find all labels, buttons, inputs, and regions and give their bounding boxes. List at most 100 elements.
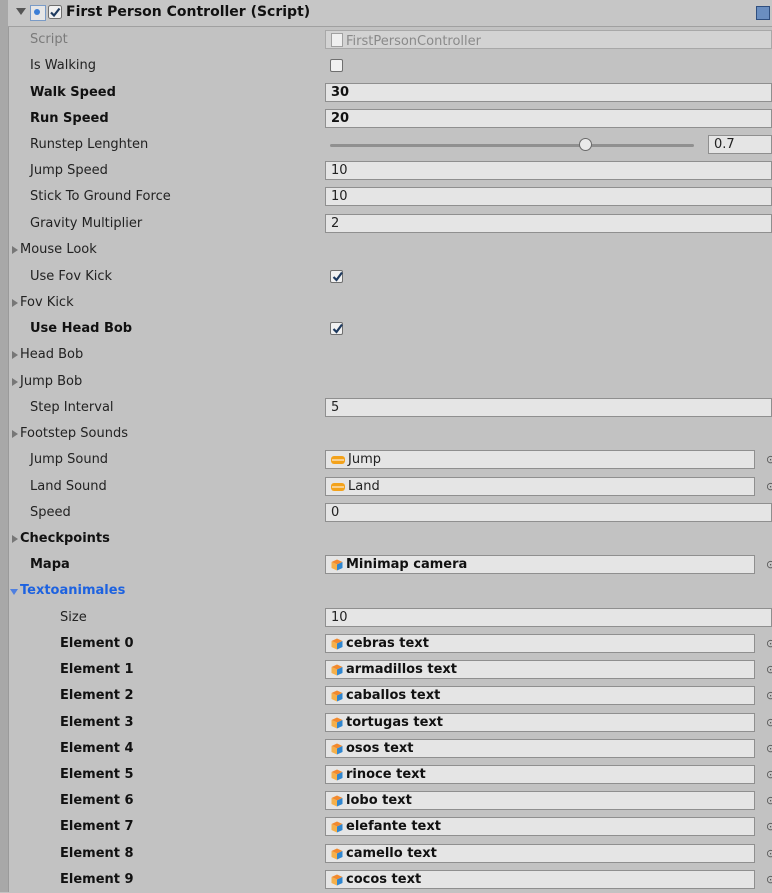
row-element-7: Element 7 elefante text ⊙ [8,814,772,840]
jump-sound-value: Jump [348,452,381,467]
jump-sound-field[interactable]: Jump [325,450,755,469]
step-interval-field[interactable]: 5 [325,398,772,417]
audio-clip-icon [331,482,345,491]
mapa-field[interactable]: Minimap camera [325,555,755,574]
object-picker-icon[interactable]: ⊙ [766,794,772,808]
row-element-4: Element 4 osos text ⊙ [8,736,772,762]
row-run-speed: Run Speed 20 [8,106,772,132]
element-field[interactable]: caballos text [325,686,755,705]
row-use-fov-kick: Use Fov Kick [8,264,772,290]
fold-closed-icon[interactable] [12,378,18,386]
runstep-value-field[interactable]: 0.7 [708,135,772,154]
speed-field[interactable]: 0 [325,503,772,522]
row-jump-bob[interactable]: Jump Bob [8,369,772,395]
row-checkpoints[interactable]: Checkpoints [8,526,772,552]
fold-closed-icon[interactable] [12,351,18,359]
row-speed: Speed 0 [8,500,772,526]
object-picker-icon[interactable]: ⊙ [766,820,772,834]
element-field[interactable]: tortugas text [325,713,755,732]
element-label: Element 1 [60,662,134,677]
jump-speed-field[interactable]: 10 [325,161,772,180]
object-picker-icon[interactable]: ⊙ [766,558,772,572]
row-footstep-sounds[interactable]: Footstep Sounds [8,421,772,447]
runstep-lenghten-label: Runstep Lenghten [30,137,149,152]
object-picker-icon[interactable]: ⊙ [766,873,772,887]
object-picker-icon[interactable]: ⊙ [766,453,772,467]
component-enabled-checkbox[interactable] [48,5,62,19]
checkmark-icon [332,271,343,282]
object-picker-icon[interactable]: ⊙ [766,847,772,861]
element-field[interactable]: osos text [325,739,755,758]
object-picker-icon[interactable]: ⊙ [766,689,772,703]
fold-open-icon[interactable] [10,589,18,595]
land-sound-value: Land [348,479,380,494]
gameobject-icon [331,638,343,649]
speed-label: Speed [30,505,71,520]
element-label: Element 9 [60,872,134,887]
element-value: cebras text [346,636,429,651]
element-label: Element 2 [60,688,134,703]
gameobject-icon [331,874,343,885]
element-field[interactable]: armadillos text [325,660,755,679]
walk-speed-label: Walk Speed [30,85,116,100]
row-mouse-look[interactable]: Mouse Look [8,237,772,263]
row-element-9: Element 9 cocos text ⊙ [8,867,772,893]
gameobject-icon [331,743,343,754]
jump-bob-label[interactable]: Jump Bob [20,369,82,395]
element-field[interactable]: camello text [325,844,755,863]
use-fov-kick-checkbox[interactable] [330,270,343,283]
component-title: First Person Controller (Script) [66,4,311,20]
element-field[interactable]: cocos text [325,870,755,889]
head-bob-label[interactable]: Head Bob [20,342,83,368]
audio-clip-icon [331,455,345,464]
row-walk-speed: Walk Speed 30 [8,80,772,106]
stick-force-field[interactable]: 10 [325,187,772,206]
fold-closed-icon[interactable] [12,246,18,254]
row-head-bob[interactable]: Head Bob [8,342,772,368]
row-fov-kick[interactable]: Fov Kick [8,290,772,316]
is-walking-label: Is Walking [30,58,96,73]
row-textoanimales[interactable]: Textoanimales [8,578,772,604]
row-element-8: Element 8 camello text ⊙ [8,841,772,867]
mouse-look-label[interactable]: Mouse Look [20,237,97,263]
element-field[interactable]: lobo text [325,791,755,810]
fold-closed-icon[interactable] [12,535,18,543]
fold-closed-icon[interactable] [12,430,18,438]
checkpoints-label[interactable]: Checkpoints [20,526,110,552]
fold-closed-icon[interactable] [12,299,18,307]
runstep-slider-thumb[interactable] [579,138,592,151]
element-field[interactable]: rinoce text [325,765,755,784]
object-picker-icon[interactable]: ⊙ [766,768,772,782]
element-field[interactable]: elefante text [325,817,755,836]
help-book-icon[interactable] [756,6,770,20]
walk-speed-field[interactable]: 30 [325,83,772,102]
fold-open-icon[interactable] [16,8,26,15]
use-head-bob-checkbox[interactable] [330,322,343,335]
footstep-sounds-label[interactable]: Footstep Sounds [20,421,128,447]
run-speed-field[interactable]: 20 [325,109,772,128]
row-runstep-lenghten: Runstep Lenghten 0.7 [8,132,772,158]
runstep-slider-track[interactable] [330,144,694,147]
object-picker-icon[interactable]: ⊙ [766,480,772,494]
mapa-label: Mapa [30,557,70,572]
element-label: Element 0 [60,636,134,651]
textoanimales-label[interactable]: Textoanimales [20,578,125,604]
row-element-5: Element 5 rinoce text ⊙ [8,762,772,788]
element-label: Element 6 [60,793,134,808]
object-picker-icon[interactable]: ⊙ [766,742,772,756]
gravity-multiplier-field[interactable]: 2 [325,214,772,233]
element-field[interactable]: cebras text [325,634,755,653]
fov-kick-label[interactable]: Fov Kick [20,290,74,316]
script-value: FirstPersonController [346,34,481,49]
element-value: caballos text [346,688,441,703]
object-picker-icon[interactable]: ⊙ [766,663,772,677]
object-picker-icon[interactable]: ⊙ [766,637,772,651]
stick-force-label: Stick To Ground Force [30,189,171,204]
size-field[interactable]: 10 [325,608,772,627]
object-picker-icon[interactable]: ⊙ [766,716,772,730]
run-speed-label: Run Speed [30,111,109,126]
is-walking-checkbox[interactable] [330,59,343,72]
script-file-icon [331,33,343,47]
land-sound-field[interactable]: Land [325,477,755,496]
component-header[interactable]: First Person Controller (Script) ⚙ [8,0,772,27]
